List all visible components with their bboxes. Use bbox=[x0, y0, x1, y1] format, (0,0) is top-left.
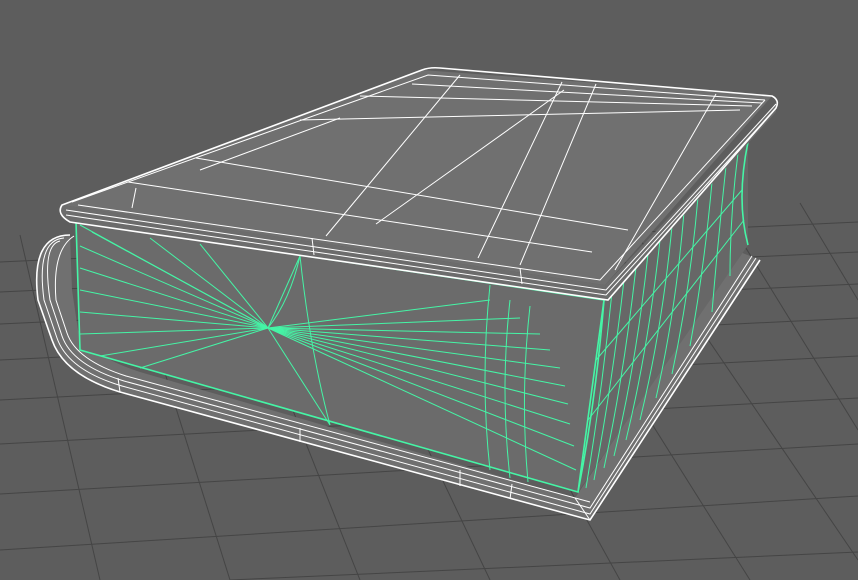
3d-viewport[interactable] bbox=[0, 0, 858, 580]
viewport-canvas[interactable] bbox=[0, 0, 858, 580]
